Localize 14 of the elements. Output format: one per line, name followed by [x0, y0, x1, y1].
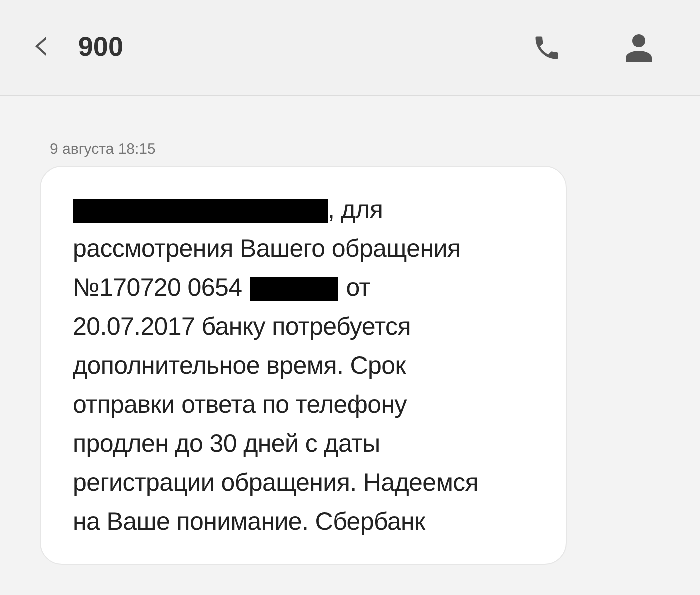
message-text: продлен до 30 дней с даты [73, 430, 380, 459]
message-text: 20.07.2017 банку потребуется [73, 313, 411, 342]
message-text: от [346, 274, 370, 303]
message-text: дополнительное время. Срок [73, 352, 406, 381]
message-text: №170720 0654 [73, 274, 242, 303]
message-timestamp: 9 августа 18:15 [50, 141, 156, 158]
contact-title: 900 [78, 32, 124, 63]
message-text: регистрации обращения. Надеемся [73, 469, 479, 498]
person-icon[interactable] [626, 34, 652, 62]
message-text: рассмотрения Вашего обращения [73, 235, 461, 264]
message-text: , для [328, 196, 384, 225]
back-button[interactable]: ‹ [28, 20, 54, 66]
message-text: отправки ответа по телефону [73, 391, 407, 420]
message-text: на Ваше понимание. Сбербанк [73, 508, 426, 537]
